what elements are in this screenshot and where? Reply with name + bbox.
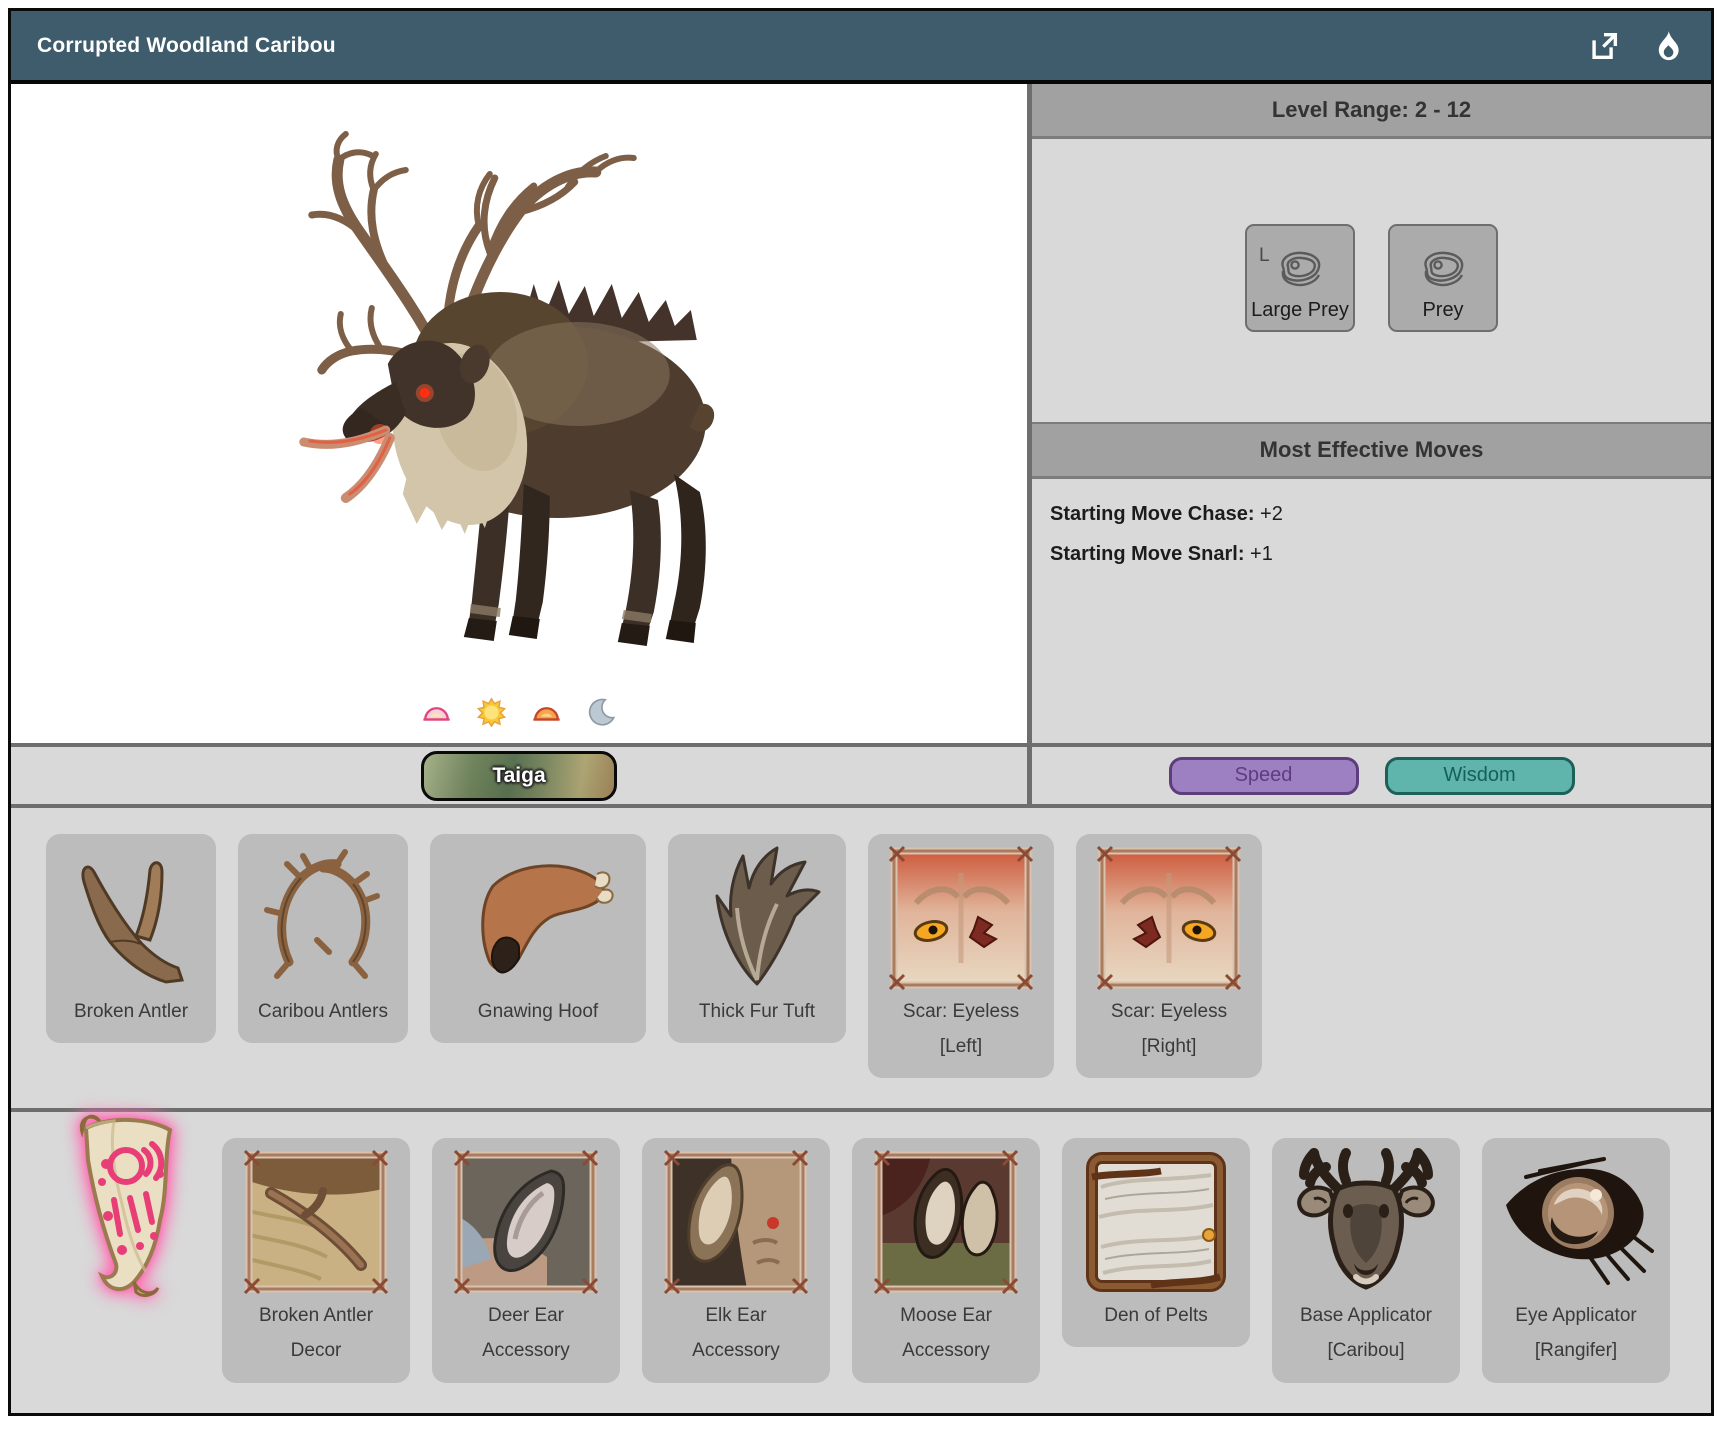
deer-ear-accessory-icon [451, 1146, 601, 1298]
active-times-row [422, 697, 617, 727]
item-label: Base Applicator [Caribou] [1299, 1305, 1433, 1362]
level-range-header: Level Range: 2 - 12 [1032, 84, 1711, 139]
item-card-scar-eyeless-right[interactable]: Scar: Eyeless [Right] [1076, 834, 1262, 1079]
flame-icon[interactable] [1651, 29, 1685, 63]
title-bar: Corrupted Woodland Caribou [11, 11, 1711, 84]
move-line-snarl: Starting Move Snarl: +1 [1050, 543, 1693, 566]
corrupted-caribou-illustration [299, 131, 715, 646]
item-label: Scar: Eyeless [Right] [1110, 1001, 1228, 1058]
item-label: Deer Ear Accessory [482, 1305, 570, 1362]
thick-fur-tuft-icon [687, 842, 827, 994]
item-label: Eye Applicator [Rangifer] [1515, 1305, 1637, 1362]
biome-stat-strip: Taiga Speed Wisdom [11, 743, 1711, 808]
effective-moves-header: Most Effective Moves [1032, 422, 1711, 479]
item-label: Caribou Antlers [258, 1001, 388, 1022]
large-prey-badge: L [1259, 245, 1270, 266]
creature-panel [11, 84, 1027, 743]
stat-button-wisdom[interactable]: Wisdom [1384, 756, 1575, 795]
broken-antler-icon [66, 842, 196, 994]
sun-icon [476, 697, 507, 727]
item-card-moose-ear[interactable]: Moose Ear Accessory [852, 1138, 1040, 1383]
biome-cell: Taiga [11, 747, 1027, 804]
move-label: Starting Move Chase: [1050, 503, 1255, 525]
item-label: Broken Antler Decor [258, 1305, 374, 1362]
stat-button-speed[interactable]: Speed [1168, 756, 1359, 795]
item-card-broken-antler-decor[interactable]: Broken Antler Decor [222, 1138, 410, 1383]
moose-ear-accessory-icon [871, 1146, 1021, 1298]
item-card-elk-ear[interactable]: Elk Ear Accessory [642, 1138, 830, 1383]
item-label: Elk Ear Accessory [692, 1305, 780, 1362]
move-value: +2 [1260, 503, 1283, 525]
item-card-scar-eyeless-left[interactable]: Scar: Eyeless [Left] [868, 834, 1054, 1079]
prey-steak-icon [1416, 241, 1470, 299]
item-card-broken-antler[interactable]: Broken Antler [46, 834, 216, 1044]
caribou-antlers-icon [253, 842, 393, 994]
effective-moves-list: Starting Move Chase: +2 Starting Move Sn… [1032, 479, 1711, 743]
scar-eyeless-right-icon [1094, 842, 1244, 994]
stats-panel: Level Range: 2 - 12 L Large Prey Prey Mo… [1032, 84, 1711, 743]
prey-zone: L Large Prey Prey [1032, 139, 1711, 422]
page-title: Corrupted Woodland Caribou [37, 33, 336, 57]
item-card-deer-ear[interactable]: Deer Ear Accessory [432, 1138, 620, 1383]
item-card-den-of-pelts[interactable]: Den of Pelts [1062, 1138, 1250, 1348]
move-label: Starting Move Snarl: [1050, 543, 1245, 565]
item-label: Scar: Eyeless [Left] [902, 1001, 1020, 1058]
item-label: Gnawing Hoof [477, 1001, 599, 1022]
sunset-icon [533, 707, 560, 721]
biome-label: Taiga [492, 763, 546, 787]
item-label: Thick Fur Tuft [698, 1001, 816, 1022]
scar-eyeless-left-icon [886, 842, 1036, 994]
item-label: Moose Ear Accessory [900, 1305, 992, 1362]
special-drops-section: Broken Antler Decor Deer Ear Accessory E… [11, 1108, 1711, 1413]
item-label: Den of Pelts [1104, 1305, 1208, 1327]
enemy-info-window: Corrupted Woodland Caribou Level Range: … [8, 8, 1714, 1416]
item-card-thick-fur-tuft[interactable]: Thick Fur Tuft [668, 834, 846, 1044]
move-line-chase: Starting Move Chase: +2 [1050, 503, 1693, 526]
item-card-caribou-antlers[interactable]: Caribou Antlers [238, 834, 408, 1044]
moon-icon [588, 698, 616, 726]
item-label: Broken Antler [73, 1001, 189, 1022]
large-prey-label: Large Prey [1251, 299, 1349, 321]
eye-applicator-rangifer-icon [1496, 1146, 1656, 1298]
prey-label: Prey [1422, 299, 1464, 321]
gnawing-hoof-icon [453, 842, 623, 994]
prey-card[interactable]: Prey [1388, 224, 1498, 332]
drops-section: Broken Antler Caribou Antlers Gnawing Ho… [11, 808, 1711, 1109]
large-prey-steak-icon: L [1259, 241, 1327, 299]
elk-ear-accessory-icon [661, 1146, 811, 1298]
biome-button-taiga[interactable]: Taiga [421, 750, 617, 801]
top-area: Level Range: 2 - 12 L Large Prey Prey Mo… [11, 84, 1711, 743]
item-card-base-applicator[interactable]: Base Applicator [Caribou] [1272, 1138, 1460, 1383]
external-link-icon[interactable] [1587, 29, 1621, 63]
sunrise-icon [423, 707, 450, 721]
recipe-scroll-icon[interactable] [52, 1104, 196, 1309]
stat-buttons-cell: Speed Wisdom [1032, 747, 1711, 804]
prey-card-large[interactable]: L Large Prey [1245, 224, 1355, 332]
item-card-eye-applicator[interactable]: Eye Applicator [Rangifer] [1482, 1138, 1670, 1383]
move-value: +1 [1250, 543, 1273, 565]
item-card-gnawing-hoof[interactable]: Gnawing Hoof [430, 834, 646, 1044]
broken-antler-decor-icon [241, 1146, 391, 1298]
den-of-pelts-icon [1081, 1146, 1231, 1298]
base-applicator-caribou-icon [1286, 1146, 1446, 1298]
